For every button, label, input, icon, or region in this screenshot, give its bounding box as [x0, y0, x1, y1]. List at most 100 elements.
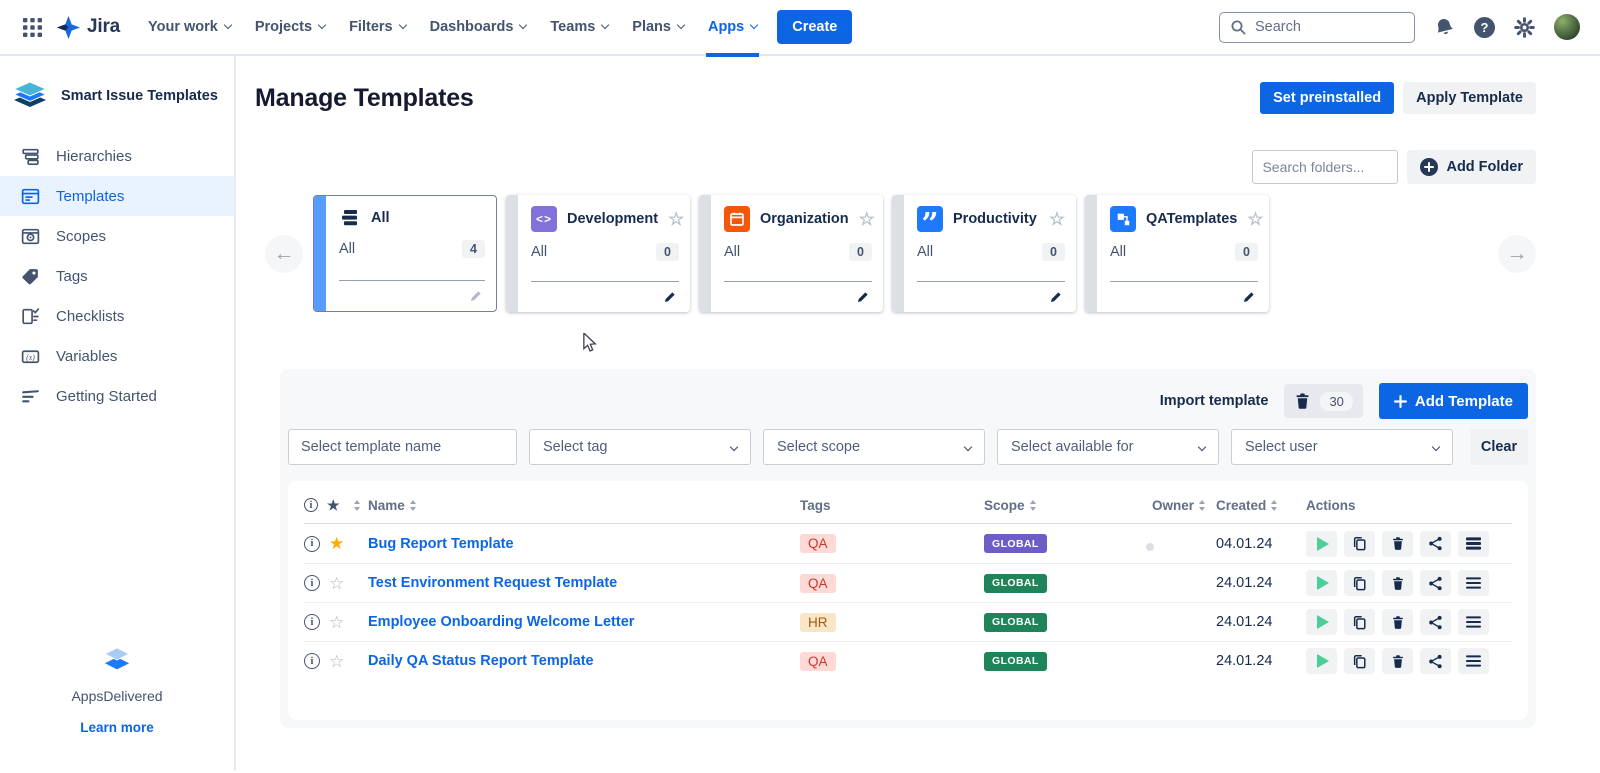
trash-bulk-button[interactable]: 30 [1284, 384, 1362, 418]
app-switcher-icon[interactable] [16, 11, 48, 43]
folder-card-all[interactable]: All All 4 [313, 195, 497, 312]
column-name[interactable]: Name [368, 498, 405, 513]
carousel-prev-button[interactable]: ← [265, 235, 303, 273]
share-template-button[interactable] [1420, 531, 1451, 557]
template-name-link[interactable]: Employee Onboarding Welcome Letter [368, 614, 634, 630]
star-outline-icon[interactable] [668, 210, 684, 228]
create-button[interactable]: Create [777, 10, 852, 44]
template-name-link[interactable]: Daily QA Status Report Template [368, 653, 594, 669]
star-outline-icon[interactable] [329, 614, 344, 631]
sidebar-item-tags[interactable]: Tags [0, 256, 234, 296]
filter-available-for-select[interactable]: Select available for [997, 429, 1219, 465]
column-created[interactable]: Created [1216, 498, 1266, 513]
nav-filters[interactable]: Filters [337, 0, 418, 55]
settings-gear-icon[interactable] [1514, 17, 1535, 38]
filter-scope-select[interactable]: Select scope [763, 429, 985, 465]
edit-pencil-icon[interactable] [1049, 290, 1063, 304]
star-column-icon[interactable] [327, 498, 340, 512]
sort-icon[interactable] [1270, 499, 1279, 512]
search-input[interactable] [1255, 19, 1404, 35]
column-scope[interactable]: Scope [984, 498, 1025, 513]
share-template-button[interactable] [1420, 609, 1451, 635]
add-template-button[interactable]: Add Template [1379, 383, 1528, 419]
copy-template-button[interactable] [1344, 570, 1375, 596]
folder-card-qatemplates[interactable]: QATemplates All 0 [1085, 195, 1269, 312]
carousel-next-button[interactable]: → [1498, 235, 1536, 273]
learn-more-link[interactable]: Learn more [80, 720, 154, 735]
filter-tag-select[interactable]: Select tag [529, 429, 751, 465]
plus-icon [1394, 395, 1407, 408]
template-name-link[interactable]: Bug Report Template [368, 536, 514, 552]
delete-template-button[interactable] [1382, 609, 1413, 635]
nav-your-work[interactable]: Your work [136, 0, 243, 55]
global-search[interactable] [1219, 12, 1415, 43]
jira-logo[interactable]: Jira [56, 15, 120, 40]
import-template-button[interactable]: Import template [1160, 393, 1269, 409]
sidebar-item-scopes[interactable]: Scopes [0, 216, 234, 256]
user-avatar[interactable] [1554, 14, 1580, 40]
delete-template-button[interactable] [1382, 648, 1413, 674]
copy-template-button[interactable] [1344, 609, 1375, 635]
info-icon[interactable] [304, 575, 320, 591]
share-template-button[interactable] [1420, 648, 1451, 674]
nav-plans[interactable]: Plans [620, 0, 696, 55]
search-folders-input[interactable] [1252, 150, 1398, 184]
notifications-bell-icon[interactable] [1434, 17, 1455, 38]
edit-pencil-icon[interactable] [856, 290, 870, 304]
app-sidebar: Smart Issue Templates Hierarchies [0, 56, 236, 771]
run-template-button[interactable] [1306, 609, 1337, 635]
copy-template-button[interactable] [1344, 531, 1375, 557]
edit-pencil-icon[interactable] [1242, 290, 1256, 304]
info-icon[interactable] [304, 614, 320, 630]
run-template-button[interactable] [1306, 648, 1337, 674]
edit-pencil-icon[interactable] [469, 289, 483, 303]
star-outline-icon[interactable] [1049, 210, 1065, 228]
edit-pencil-icon[interactable] [663, 290, 677, 304]
menu-icon [1466, 582, 1481, 584]
sort-icon[interactable] [409, 499, 418, 512]
sort-icon[interactable] [353, 499, 362, 512]
nav-teams[interactable]: Teams [538, 0, 620, 55]
more-menu-button[interactable] [1458, 570, 1489, 596]
filter-user-select[interactable]: Select user [1231, 429, 1453, 465]
more-menu-button[interactable] [1458, 531, 1489, 557]
nav-apps[interactable]: Apps [696, 0, 769, 55]
run-template-button[interactable] [1306, 531, 1337, 557]
run-template-button[interactable] [1306, 570, 1337, 596]
star-filled-icon[interactable] [329, 535, 344, 552]
delete-template-button[interactable] [1382, 570, 1413, 596]
template-name-link[interactable]: Test Environment Request Template [368, 575, 617, 591]
copy-template-button[interactable] [1344, 648, 1375, 674]
nav-dashboards[interactable]: Dashboards [418, 0, 539, 55]
sidebar-item-checklists[interactable]: Checklists [0, 296, 234, 336]
play-icon [1317, 576, 1329, 590]
star-outline-icon[interactable] [859, 210, 875, 228]
set-preinstalled-button[interactable]: Set preinstalled [1260, 82, 1394, 114]
folder-name: All [371, 210, 390, 226]
add-folder-button[interactable]: Add Folder [1407, 150, 1536, 184]
sort-icon[interactable] [1198, 499, 1207, 512]
more-menu-button[interactable] [1458, 609, 1489, 635]
delete-template-button[interactable] [1382, 531, 1413, 557]
star-outline-icon[interactable] [329, 575, 344, 592]
info-icon[interactable] [304, 653, 320, 669]
folder-card-productivity[interactable]: Productivity All 0 [892, 195, 1076, 312]
more-menu-button[interactable] [1458, 648, 1489, 674]
help-icon[interactable] [1474, 17, 1495, 38]
apply-template-button[interactable]: Apply Template [1403, 82, 1536, 114]
folder-card-development[interactable]: Development All 0 [506, 195, 690, 312]
sort-icon[interactable] [1029, 499, 1038, 512]
column-owner[interactable]: Owner [1152, 498, 1194, 513]
folder-card-organization[interactable]: Organization All 0 [699, 195, 883, 312]
info-icon[interactable] [304, 536, 320, 552]
filter-template-name-input[interactable] [288, 429, 517, 465]
sidebar-item-getting-started[interactable]: Getting Started [0, 376, 234, 416]
clear-filters-button[interactable]: Clear [1470, 429, 1528, 465]
sidebar-item-hierarchies[interactable]: Hierarchies [0, 136, 234, 176]
share-template-button[interactable] [1420, 570, 1451, 596]
sidebar-item-variables[interactable]: (x) Variables [0, 336, 234, 376]
sidebar-item-templates[interactable]: Templates [0, 176, 234, 216]
nav-projects[interactable]: Projects [243, 0, 337, 55]
star-outline-icon[interactable] [1247, 210, 1263, 228]
star-outline-icon[interactable] [329, 653, 344, 670]
